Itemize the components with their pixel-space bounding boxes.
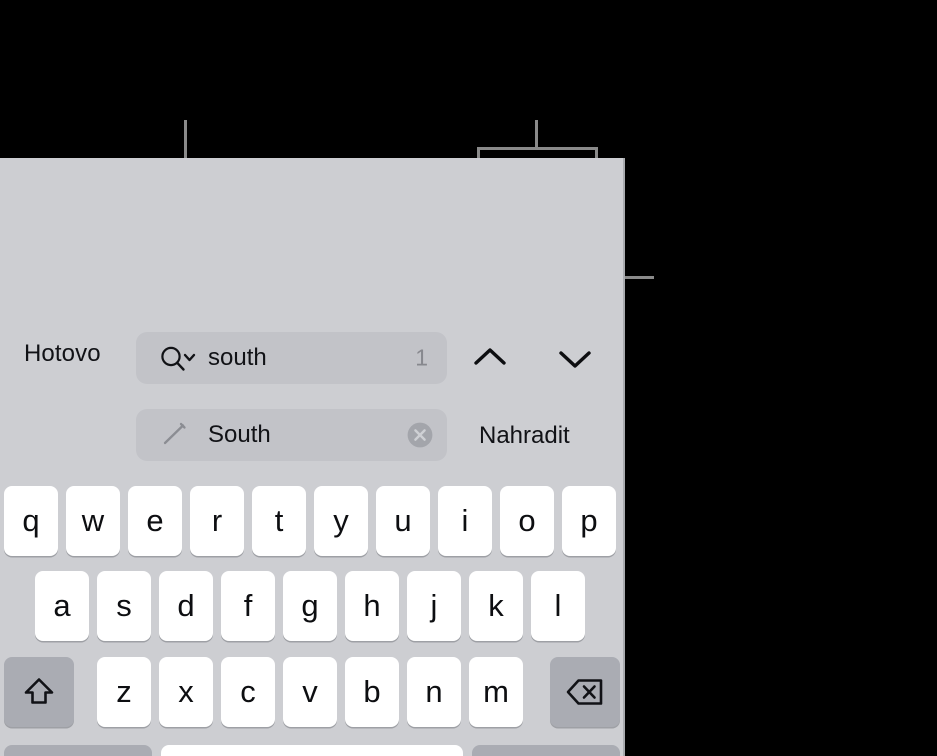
key-y[interactable]: y [314, 486, 368, 556]
match-navigation-callout-tick-right [595, 147, 598, 158]
key-w[interactable]: w [66, 486, 120, 556]
device-screen-panel: Hotovo south 1 South Nahradit q w e r t … [0, 158, 625, 756]
numbers-key[interactable]: 123 [4, 745, 152, 756]
shift-key[interactable] [4, 657, 74, 727]
backspace-key[interactable] [550, 657, 620, 727]
key-i[interactable]: i [438, 486, 492, 556]
return-key[interactable]: další [472, 745, 620, 756]
key-r[interactable]: r [190, 486, 244, 556]
keyboard-row-1: qwertyuiop [0, 486, 623, 556]
key-z[interactable]: z [97, 657, 151, 727]
key-e[interactable]: e [128, 486, 182, 556]
key-t[interactable]: t [252, 486, 306, 556]
key-u[interactable]: u [376, 486, 430, 556]
key-p[interactable]: p [562, 486, 616, 556]
key-o[interactable]: o [500, 486, 554, 556]
on-screen-keyboard: qwertyuiop asdfghjkl zxcvbnm 123 mezera … [0, 318, 623, 756]
key-s[interactable]: s [97, 571, 151, 641]
key-q[interactable]: q [4, 486, 58, 556]
match-navigation-callout-bar [477, 147, 598, 150]
backspace-delete-icon [566, 679, 603, 705]
shift-up-arrow-icon [24, 678, 54, 704]
key-b[interactable]: b [345, 657, 399, 727]
key-l[interactable]: l [531, 571, 585, 641]
key-n[interactable]: n [407, 657, 461, 727]
key-d[interactable]: d [159, 571, 213, 641]
find-and-replace-bar: Hotovo south 1 South Nahradit [0, 158, 623, 461]
match-navigation-callout-stem [535, 120, 538, 150]
space-key[interactable]: mezera [161, 745, 463, 756]
keyboard-row-3: zxcvbnm [0, 657, 623, 727]
key-k[interactable]: k [469, 571, 523, 641]
key-m[interactable]: m [469, 657, 523, 727]
key-x[interactable]: x [159, 657, 213, 727]
key-h[interactable]: h [345, 571, 399, 641]
key-j[interactable]: j [407, 571, 461, 641]
key-g[interactable]: g [283, 571, 337, 641]
keyboard-row-2: asdfghjkl [0, 571, 623, 641]
key-a[interactable]: a [35, 571, 89, 641]
key-f[interactable]: f [221, 571, 275, 641]
key-v[interactable]: v [283, 657, 337, 727]
key-c[interactable]: c [221, 657, 275, 727]
keyboard-row-4: 123 mezera další [0, 745, 623, 756]
match-navigation-callout-tick-left [477, 147, 480, 158]
